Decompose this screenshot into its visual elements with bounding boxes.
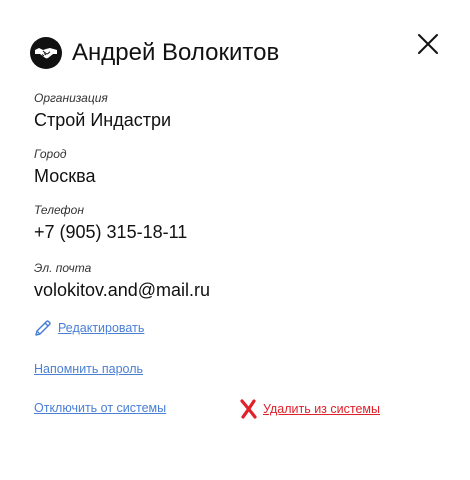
email-label: Эл. почта xyxy=(34,261,92,275)
edit-link[interactable]: Редактировать xyxy=(58,321,144,335)
email-value: volokitov.and@mail.ru xyxy=(34,280,211,300)
phone-value: +7 (905) 315-18-11 xyxy=(34,222,188,242)
pencil-icon xyxy=(34,319,52,337)
delete-action[interactable]: Удалить из системы xyxy=(240,399,380,419)
disconnect-link[interactable]: Отключить от системы xyxy=(34,401,166,415)
city-field: Город Москва xyxy=(34,147,95,188)
organization-value: Строй Индастри xyxy=(34,110,172,130)
phone-label: Телефон xyxy=(34,203,84,217)
disconnect-action[interactable]: Отключить от системы xyxy=(34,401,166,415)
remind-password-link[interactable]: Напомнить пароль xyxy=(34,362,143,376)
user-name-title: Андрей Волокитов xyxy=(72,39,280,66)
organization-label: Организация xyxy=(34,91,108,105)
remind-password-action[interactable]: Напомнить пароль xyxy=(34,362,143,376)
user-details-card: Андрей Волокитов Организация Строй Индас… xyxy=(0,0,470,480)
handshake-icon xyxy=(30,37,62,69)
red-x-icon xyxy=(240,399,257,419)
edit-action[interactable]: Редактировать xyxy=(34,319,144,337)
close-icon[interactable] xyxy=(416,32,440,56)
city-label: Город xyxy=(34,147,67,161)
email-field: Эл. почта volokitov.and@mail.ru xyxy=(34,261,210,302)
organization-field: Организация Строй Индастри xyxy=(34,91,171,132)
city-value: Москва xyxy=(34,166,96,186)
phone-field: Телефон +7 (905) 315-18-11 xyxy=(34,203,187,244)
delete-link[interactable]: Удалить из системы xyxy=(263,402,380,416)
card-header: Андрей Волокитов xyxy=(30,37,279,69)
